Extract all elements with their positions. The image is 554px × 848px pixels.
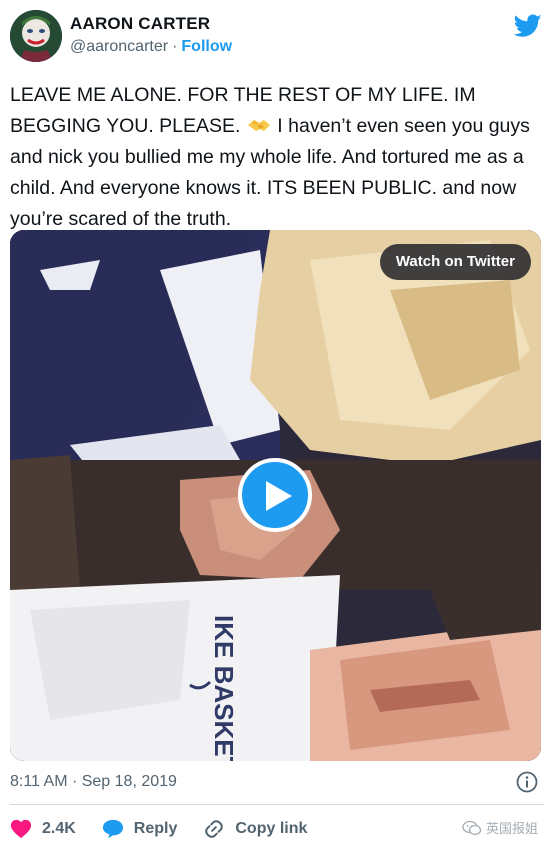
like-button[interactable]: 2.4K bbox=[10, 818, 76, 840]
link-icon bbox=[205, 820, 224, 838]
info-icon[interactable] bbox=[516, 771, 538, 793]
tweet-card: AARON CARTER @aaroncarter · Follow LEAVE M… bbox=[0, 0, 554, 848]
reply-label: Reply bbox=[133, 820, 178, 837]
display-name[interactable]: AARON CARTER bbox=[70, 14, 232, 34]
handle[interactable]: @aaroncarter bbox=[70, 38, 168, 55]
like-count: 2.4K bbox=[42, 820, 76, 837]
watch-on-twitter-button[interactable]: Watch on Twitter bbox=[379, 244, 531, 280]
play-icon bbox=[266, 481, 292, 511]
reply-button[interactable]: Reply bbox=[102, 818, 178, 840]
follow-button[interactable]: Follow bbox=[181, 38, 232, 55]
tweet-timestamp[interactable]: 8:11 AM · Sep 18, 2019 bbox=[10, 771, 177, 793]
handshake-emoji-icon bbox=[247, 120, 270, 131]
copy-link-button[interactable]: Copy link bbox=[203, 818, 307, 840]
watermark-text: 英国报姐 bbox=[485, 821, 538, 836]
copy-link-label: Copy link bbox=[235, 820, 308, 837]
avatar[interactable] bbox=[10, 10, 62, 62]
tweet-actions: 2.4K Reply Copy link bbox=[10, 816, 333, 842]
divider bbox=[10, 804, 544, 805]
author-info: AARON CARTER @aaroncarter · Follow bbox=[70, 14, 232, 57]
video-media[interactable]: IKE BASKETB Watch on Twitter bbox=[10, 230, 541, 761]
separator-dot: · bbox=[172, 38, 178, 55]
play-button[interactable] bbox=[238, 458, 312, 532]
tweet-text: LEAVE ME ALONE. FOR THE REST OF MY LIFE.… bbox=[10, 80, 530, 235]
tweet-header: AARON CARTER @aaroncarter · Follow bbox=[8, 8, 546, 66]
heart-icon bbox=[10, 819, 32, 839]
twitter-logo-icon[interactable] bbox=[514, 14, 542, 38]
wechat-icon bbox=[462, 820, 482, 835]
watermark: 英国报姐 bbox=[462, 818, 538, 837]
handle-line: @aaroncarter · Follow bbox=[70, 37, 232, 57]
reply-icon bbox=[102, 819, 123, 839]
shirt-text: IKE BASKETB bbox=[209, 615, 239, 761]
